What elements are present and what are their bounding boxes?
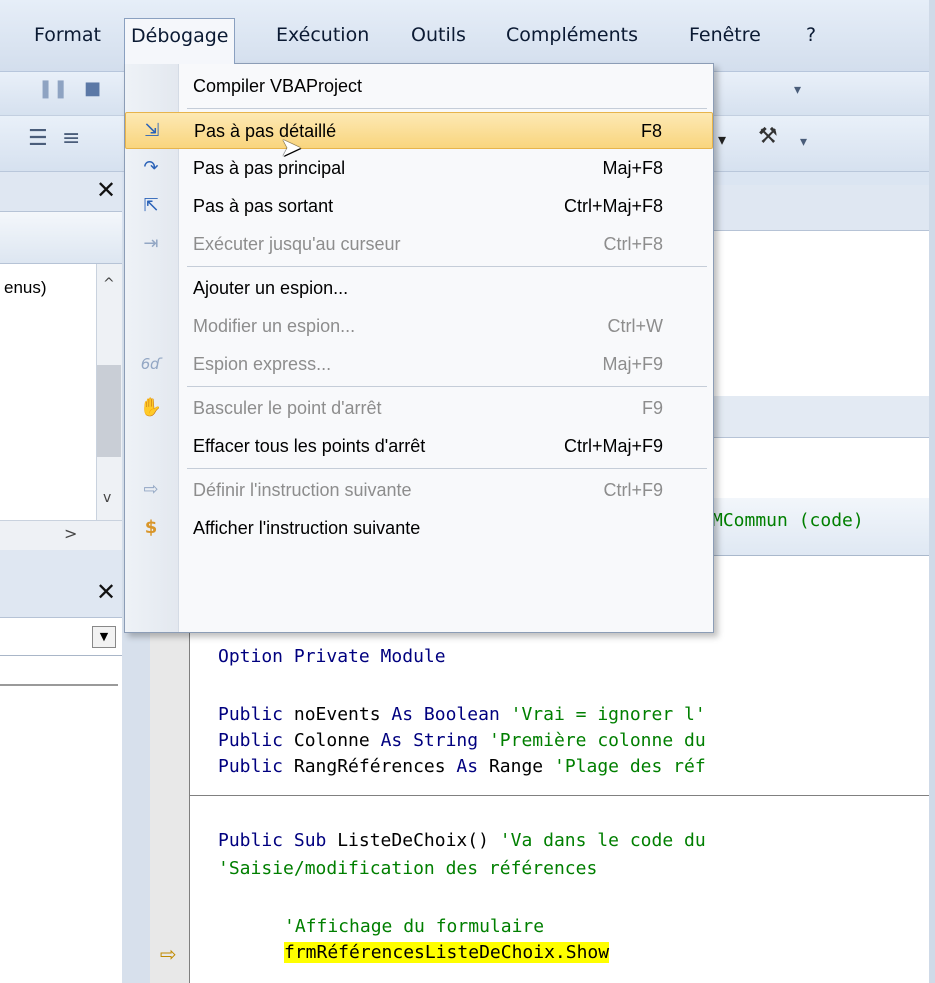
code-line[interactable]: 'Saisie/modification des références bbox=[218, 858, 597, 879]
close-icon-2[interactable]: ✕ bbox=[96, 578, 116, 606]
menu-item-modifier-espion[interactable]: Modifier un espion... Ctrl+W bbox=[125, 308, 713, 345]
set-next-arrow-icon: ⇨ bbox=[143, 479, 159, 500]
toolbar-dropdown-icon[interactable]: ▾ bbox=[718, 130, 726, 149]
vbe-window: Format Débogage Exécution Outils Complém… bbox=[0, 0, 935, 983]
menu-execution[interactable]: Exécution bbox=[270, 18, 375, 52]
scroll-right-icon[interactable]: > bbox=[64, 524, 77, 543]
properties-object-combo[interactable]: ▼ bbox=[0, 618, 122, 656]
step-over-icon: ↷ bbox=[143, 157, 159, 178]
code-line[interactable]: Public noEvents As Boolean 'Vrai = ignor… bbox=[218, 704, 706, 725]
code-line[interactable]: Public RangRéférences As Range 'Plage de… bbox=[218, 756, 706, 777]
menu-item-effacer-points-arret[interactable]: Effacer tous les points d'arrêt Ctrl+Maj… bbox=[125, 428, 713, 465]
menu-item-basculer-point-arret[interactable]: ✋ Basculer le point d'arrêt F9 bbox=[125, 390, 713, 427]
menu-item-definir-instruction-suivante[interactable]: ⇨ Définir l'instruction suivante Ctrl+F9 bbox=[125, 472, 713, 509]
menu-fenetre[interactable]: Fenêtre bbox=[683, 18, 767, 52]
menu-separator bbox=[187, 266, 707, 267]
code-pane-bar bbox=[700, 396, 935, 438]
horizontal-scrollbar[interactable]: > bbox=[0, 520, 122, 550]
procedure-separator bbox=[190, 795, 935, 796]
menu-item-espion-express[interactable]: 6ɗ Espion express... Maj+F9 bbox=[125, 346, 713, 383]
list-indent-icon[interactable]: ☰ bbox=[28, 126, 48, 151]
menu-item-compiler[interactable]: Compiler VBAProject bbox=[125, 68, 713, 105]
scrollbar-thumb[interactable] bbox=[97, 365, 121, 457]
debug-menu-dropdown: Compiler VBAProject ⇲ Pas à pas détaillé… bbox=[124, 63, 714, 633]
code-window-title: MCommun (code) bbox=[712, 510, 864, 531]
execution-pointer-icon: ⇨ bbox=[160, 942, 177, 966]
project-explorer-toolbar bbox=[0, 212, 122, 264]
code-pane-header bbox=[700, 185, 935, 231]
mouse-pointer-icon: ➤ bbox=[280, 133, 302, 163]
tools-hammer-icon[interactable]: ⚒ bbox=[758, 124, 778, 149]
menu-item-pas-a-pas-detaille[interactable]: ⇲ Pas à pas détaillé F8 bbox=[125, 112, 713, 149]
menu-item-pas-a-pas-sortant[interactable]: ⇱ Pas à pas sortant Ctrl+Maj+F8 bbox=[125, 188, 713, 225]
scroll-up-icon[interactable]: ^ bbox=[103, 276, 115, 292]
menu-format[interactable]: Format bbox=[28, 18, 107, 52]
code-pane-area bbox=[700, 231, 935, 396]
menu-item-pas-a-pas-principal[interactable]: ↷ Pas à pas principal Maj+F8 bbox=[125, 150, 713, 187]
menu-separator bbox=[187, 386, 707, 387]
code-line[interactable]: 'Affichage du formulaire bbox=[284, 916, 544, 937]
menu-outils[interactable]: Outils bbox=[405, 18, 472, 52]
close-icon[interactable]: ✕ bbox=[96, 176, 116, 204]
code-line[interactable]: Public Colonne As String 'Première colon… bbox=[218, 730, 706, 751]
menu-separator bbox=[187, 108, 707, 109]
menu-bar: Format Débogage Exécution Outils Complém… bbox=[0, 0, 935, 72]
menu-complements[interactable]: Compléments bbox=[500, 18, 644, 52]
code-line[interactable]: Public Sub ListeDeChoix() 'Va dans le co… bbox=[218, 830, 706, 851]
tree-item[interactable]: enus) bbox=[4, 278, 47, 298]
chevron-down-icon[interactable]: ▼ bbox=[92, 626, 116, 648]
menu-separator bbox=[187, 468, 707, 469]
toolbar-overflow-icon-2[interactable]: ▾ bbox=[800, 134, 807, 150]
menu-item-executer-jusqu-au-curseur[interactable]: ⇥ Exécuter jusqu'au curseur Ctrl+F8 bbox=[125, 226, 713, 263]
quick-watch-icon: 6ɗ bbox=[140, 355, 162, 373]
code-pane-area-2 bbox=[700, 438, 935, 498]
window-border bbox=[929, 0, 935, 983]
menu-debogage[interactable]: Débogage bbox=[124, 18, 236, 64]
properties-divider bbox=[0, 684, 118, 686]
list-outdent-icon[interactable]: ≡ bbox=[62, 126, 80, 151]
stop-icon[interactable]: ■ bbox=[84, 78, 101, 99]
code-line-current[interactable]: frmRéférencesListeDeChoix.Show bbox=[284, 942, 610, 963]
run-to-cursor-icon: ⇥ bbox=[143, 233, 159, 254]
show-next-icon: $ bbox=[144, 517, 158, 538]
scroll-down-icon[interactable]: v bbox=[103, 490, 111, 506]
properties-header: ✕ bbox=[0, 550, 122, 618]
properties-grid bbox=[0, 656, 122, 983]
menu-item-afficher-instruction-suivante[interactable]: $ Afficher l'instruction suivante bbox=[125, 510, 713, 547]
pause-icon[interactable]: ❚❚ bbox=[38, 78, 68, 99]
code-line[interactable]: Option Private Module bbox=[218, 646, 446, 667]
step-out-icon: ⇱ bbox=[143, 195, 159, 216]
toolbar-overflow-icon[interactable]: ▾ bbox=[794, 82, 801, 98]
menu-item-ajouter-espion[interactable]: Ajouter un espion... bbox=[125, 270, 713, 307]
project-explorer-header: ✕ bbox=[0, 172, 122, 212]
step-into-icon: ⇲ bbox=[144, 120, 160, 141]
menu-help[interactable]: ? bbox=[800, 18, 822, 52]
breakpoint-hand-icon: ✋ bbox=[139, 397, 163, 418]
